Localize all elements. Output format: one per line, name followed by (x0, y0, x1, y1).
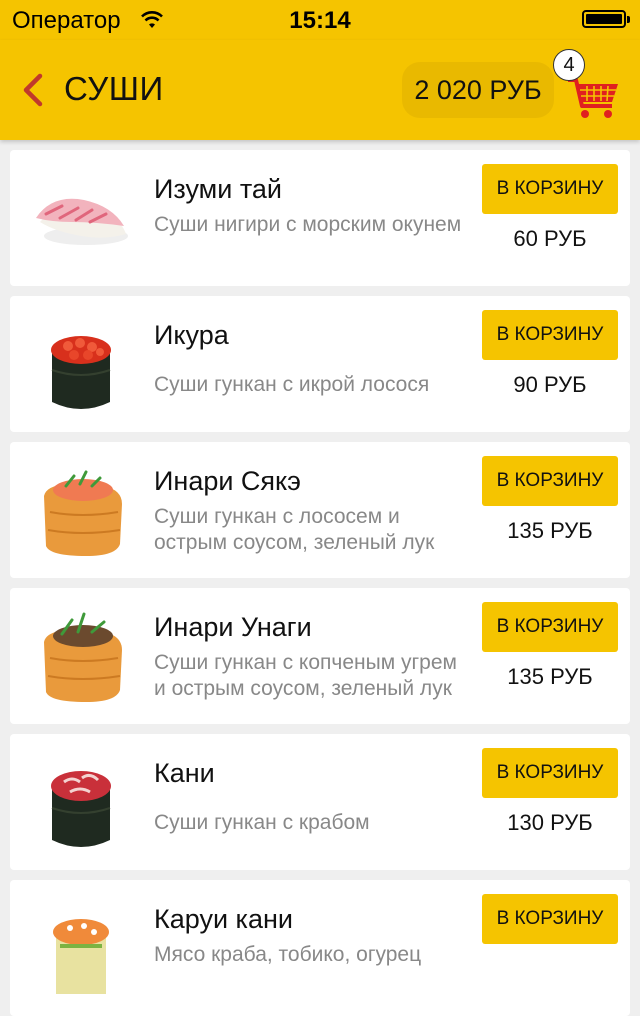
list-item[interactable]: Икура Суши гункан с икрой лосося В КОРЗИ… (10, 296, 630, 432)
item-description: Суши нигири с морским окунем (154, 213, 462, 236)
cart-icon[interactable] (566, 74, 620, 120)
item-name: Инари Унаги (154, 612, 312, 642)
sushi-gunkan-ikura-image (51, 336, 111, 409)
list-item[interactable]: Инари Унаги Суши гункан с копченым угрем… (10, 588, 630, 724)
status-time: 15:14 (289, 7, 351, 34)
item-description: Суши гункан с крабом (154, 811, 370, 834)
item-name: Икура (154, 320, 229, 350)
list-item[interactable]: Инари Сякэ Суши гункан с лососем и остры… (10, 442, 630, 578)
battery-icon (582, 10, 630, 28)
item-name: Каруи кани (154, 904, 293, 934)
sushi-gunkan-crab-image (51, 771, 111, 847)
item-price: 135 РУБ (507, 518, 593, 543)
cart-total[interactable]: 2 020 РУБ (402, 62, 554, 118)
add-to-cart-button[interactable]: В КОРЗИНУ (482, 894, 618, 944)
list-item[interactable]: Каруи кани Мясо краба, тобико, огурец В … (10, 880, 630, 1016)
item-name: Кани (154, 758, 215, 788)
sushi-inari-eel-image (44, 612, 122, 702)
item-description: Мясо краба, тобико, огурец (154, 943, 422, 966)
item-description: Суши гункан с копченым угрем и острым со… (154, 651, 457, 700)
add-to-cart-button[interactable]: В КОРЗИНУ (482, 164, 618, 214)
add-to-cart-button[interactable]: В КОРЗИНУ (482, 748, 618, 798)
page-title: СУШИ (64, 70, 164, 107)
sushi-karui-kani-image (53, 919, 109, 994)
status-bar: Оператор 15:14 (0, 0, 640, 40)
back-chevron-icon[interactable] (18, 70, 48, 110)
item-description: Суши гункан с икрой лосося (154, 373, 430, 396)
add-to-cart-button[interactable]: В КОРЗИНУ (482, 310, 618, 360)
nav-bar: СУШИ 2 020 РУБ 4 (0, 40, 640, 140)
list-item[interactable]: Изуми тай Суши нигири с морским окунем В… (10, 150, 630, 286)
add-to-cart-button[interactable]: В КОРЗИНУ (482, 456, 618, 506)
sushi-nigiri-perch-image (36, 198, 128, 245)
cart-count-badge: 4 (553, 49, 585, 81)
add-to-cart-button[interactable]: В КОРЗИНУ (482, 602, 618, 652)
item-price: 135 РУБ (507, 664, 593, 689)
item-name: Инари Сякэ (154, 466, 301, 496)
item-price: 90 РУБ (513, 372, 587, 397)
list-item[interactable]: Кани Суши гункан с крабом В КОРЗИНУ 130 … (10, 734, 630, 870)
item-price: 130 РУБ (507, 810, 593, 835)
item-name: Изуми тай (154, 174, 282, 204)
item-description: Суши гункан с лососем и острым соусом, з… (154, 505, 435, 554)
sushi-inari-salmon-image (44, 470, 122, 556)
item-price: 60 РУБ (513, 226, 587, 251)
